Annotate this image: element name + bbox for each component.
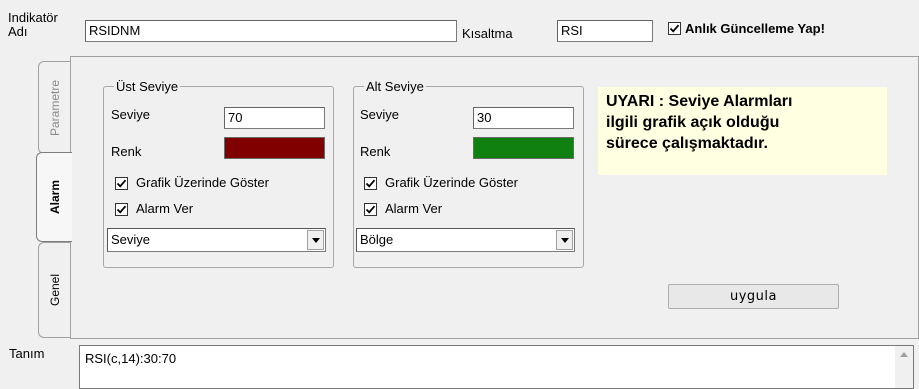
tab-alarm[interactable]: Alarm [36,152,72,242]
checkmark-icon [116,179,127,188]
upper-show-on-chart-checkbox[interactable] [115,177,128,190]
indicator-name-input[interactable]: RSIDNM [85,20,457,42]
checkmark-icon [365,179,376,188]
tab-parametre[interactable]: Parametre [38,61,71,154]
short-name-input[interactable]: RSI [557,20,653,42]
warning-message: UYARI : Seviye Alarmları ilgili grafik a… [598,87,887,175]
chevron-down-icon [312,238,320,243]
upper-alarm-label: Alarm Ver [136,201,194,216]
checkmark-icon [365,205,376,214]
indicator-name-label-line2: Adı [8,24,28,39]
alarm-tab-panel: Üst Seviye Seviye 70 Renk Grafik Üzerind… [70,56,919,339]
lower-alarm-checkbox[interactable] [364,203,377,216]
lower-level-input[interactable]: 30 [473,107,574,129]
lower-color-label: Renk [360,144,391,159]
lower-level-title: Alt Seviye [366,79,424,94]
warning-line-2: ilgili grafik açık olduğu [606,114,780,131]
warning-line-1: UYARI : Seviye Alarmları [606,93,793,110]
lower-show-on-chart-checkbox[interactable] [364,177,377,190]
upper-level-title: Üst Seviye [116,79,179,94]
upper-level-label: Seviye [111,107,151,122]
lower-show-on-chart-label: Grafik Üzerinde Göster [385,175,518,190]
lower-level-label: Seviye [360,107,400,122]
checkmark-icon [116,205,127,214]
apply-button[interactable]: uygula [668,284,839,309]
checkmark-icon [669,24,680,33]
upper-color-swatch[interactable] [224,137,325,159]
definition-label: Tanım [9,346,45,361]
tab-genel[interactable]: Genel [38,242,71,338]
upper-alarm-checkbox[interactable] [115,203,128,216]
live-update-label: Anlık Güncelleme Yap! [685,21,825,36]
scroll-up-arrow-icon[interactable] [900,352,908,357]
lower-color-swatch[interactable] [473,137,574,159]
live-update-checkbox[interactable] [668,22,681,35]
upper-show-on-chart-label: Grafik Üzerinde Göster [136,175,269,190]
definition-textarea[interactable]: RSI(c,14):30:70 [79,345,914,389]
warning-line-3: sürece çalışmaktadır. [606,135,768,152]
short-name-label: Kısaltma [462,26,513,41]
chevron-down-icon [561,238,569,243]
upper-mode-value: Seviye [111,232,151,247]
lower-mode-select[interactable]: Bölge [356,228,575,252]
lower-mode-value: Bölge [360,232,394,247]
tab-parametre-label: Parametre [48,79,62,136]
definition-value: RSI(c,14):30:70 [85,351,177,366]
tab-alarm-label: Alarm [47,179,62,215]
upper-color-label: Renk [111,144,142,159]
upper-mode-dropdown-button[interactable] [307,230,324,250]
indicator-name-label-line1: Indikatör [8,10,58,25]
lower-alarm-label: Alarm Ver [385,201,443,216]
definition-scrollbar[interactable] [895,346,913,388]
upper-level-input[interactable]: 70 [224,107,325,129]
upper-mode-select[interactable]: Seviye [107,228,326,252]
lower-mode-dropdown-button[interactable] [556,230,573,250]
tab-genel-label: Genel [48,273,62,307]
indicator-name-label: Indikatör Adı [8,11,58,39]
